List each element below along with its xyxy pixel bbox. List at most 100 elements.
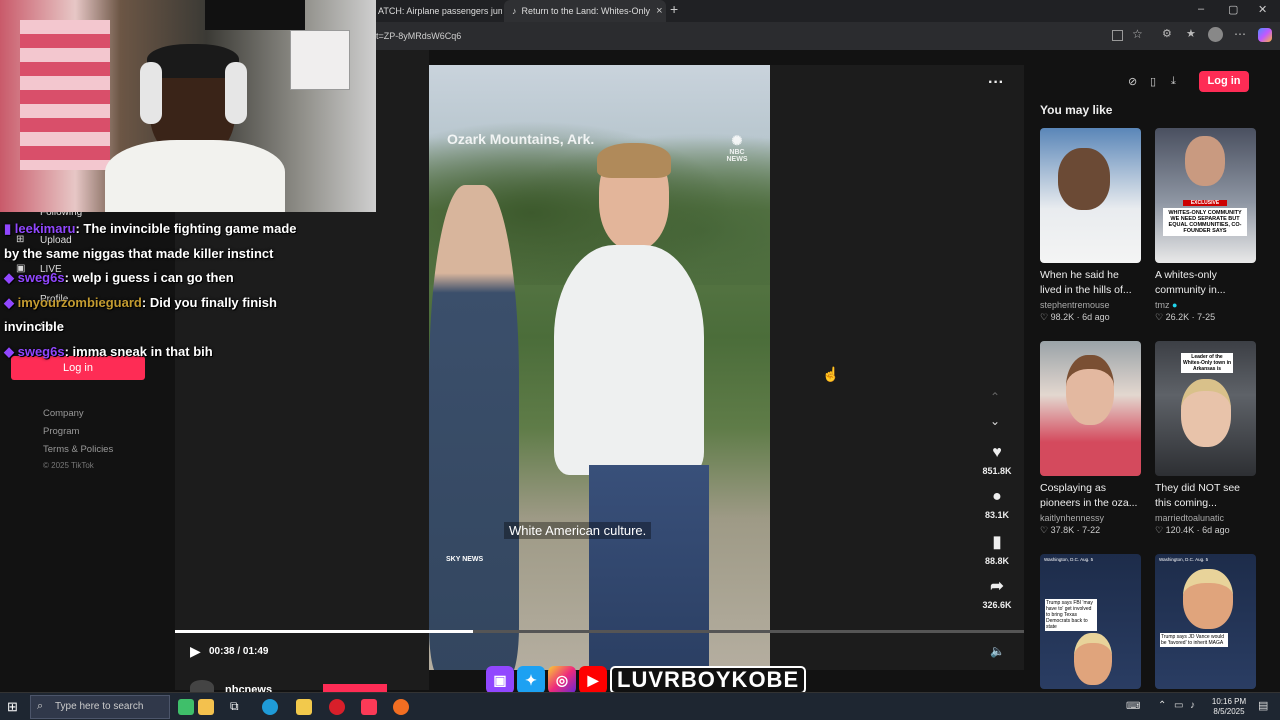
- share-icon: ➦: [990, 578, 1004, 595]
- favorite-star-icon[interactable]: ☆: [1132, 27, 1143, 41]
- man-jeans: [589, 465, 709, 670]
- share-button[interactable]: ➦ 326.6K: [977, 576, 1017, 610]
- app-icon[interactable]: [198, 699, 214, 715]
- more-options-button[interactable]: ···: [988, 74, 1004, 92]
- video-progress-bar[interactable]: [175, 630, 1025, 633]
- chat-text: imma sneak in that bih: [72, 344, 213, 359]
- chat-username: leekimaru: [14, 221, 76, 236]
- thumb-person: [1074, 633, 1112, 685]
- windows-start-icon[interactable]: ⊞: [7, 699, 18, 715]
- chat-username: sweg6s: [17, 270, 65, 285]
- video-thumbnail: Washington, D.C. Aug. 5 Trump says FBI '…: [1040, 554, 1141, 689]
- bookmark-icon: ▮: [992, 534, 1002, 551]
- favorites-icon[interactable]: ★: [1186, 27, 1196, 40]
- recommendation-card[interactable]: Washington, D.C. Aug. 5 Trump says FBI '…: [1040, 554, 1141, 689]
- recommendation-card[interactable]: Washington, D.C. Aug. 5 Trump says JD Va…: [1155, 554, 1256, 689]
- chat-text: Did you finally finish: [149, 295, 277, 310]
- volume-tray-icon[interactable]: ♪: [1190, 700, 1195, 711]
- close-window-button[interactable]: ✕: [1258, 3, 1267, 16]
- exclusive-badge: EXCLUSIVE: [1183, 200, 1227, 206]
- taskbar-search[interactable]: Type here to search: [30, 695, 170, 719]
- chat-message: ◆ imyourzombieguard: Did you finally fin…: [4, 295, 277, 310]
- comment-button[interactable]: ● 83.1K: [977, 488, 1017, 520]
- music-icon[interactable]: [361, 699, 377, 715]
- download-icon[interactable]: ⤓: [1171, 75, 1176, 88]
- profile-avatar[interactable]: [1208, 27, 1223, 42]
- keyboard-icon[interactable]: ⌨: [1126, 701, 1140, 712]
- thumb-overlay-text: WHITES-ONLY COMMUNITY WE NEED SEPARATE B…: [1163, 208, 1247, 236]
- footer-link-terms[interactable]: Terms & Policies: [43, 444, 113, 455]
- app-icon[interactable]: [178, 699, 194, 715]
- heart-outline-icon: ♡: [1040, 525, 1051, 535]
- footer-link-company[interactable]: Company: [43, 408, 84, 419]
- instagram-icon: ◎: [548, 666, 576, 694]
- header-login-button[interactable]: Log in: [1199, 71, 1249, 92]
- chat-message-continued: by the same niggas that made killer inst…: [4, 246, 274, 261]
- card-title: When he said he lived in the hills of...: [1040, 269, 1132, 296]
- video-player[interactable]: Ozark Mountains, Ark. ✺ NBC NEWS White Am…: [429, 65, 770, 670]
- taskbar-clock[interactable]: 10:16 PM 8/5/2025: [1205, 697, 1253, 717]
- subtitle: White American culture.: [504, 522, 652, 539]
- recommendation-card[interactable]: When he said he lived in the hills of...…: [1040, 128, 1142, 323]
- comment-count: 83.1K: [984, 510, 1010, 520]
- streamer-shirt: [105, 140, 285, 212]
- peacock-icon: ✺: [731, 133, 743, 148]
- device-icon[interactable]: ▯: [1150, 75, 1156, 88]
- search-icon: ⌕: [37, 700, 44, 712]
- footer-link-program[interactable]: Program: [43, 426, 79, 437]
- new-tab-button[interactable]: +: [670, 1, 678, 17]
- next-video-icon[interactable]: ⌄: [990, 414, 1000, 428]
- heart-icon: ♥: [992, 444, 1002, 461]
- like-button[interactable]: ♥ 851.8K: [977, 444, 1017, 476]
- tray-chevron-icon[interactable]: ⌃: [1158, 700, 1166, 711]
- man-hair: [597, 143, 671, 178]
- task-view-icon[interactable]: ⧉: [230, 699, 239, 714]
- recommendation-card[interactable]: Leader of the Whites-Only town in Arkans…: [1155, 341, 1257, 536]
- thumb-overlay-text: Trump says JD Vance would be 'favored' t…: [1160, 633, 1228, 647]
- discover-icon[interactable]: ⊘: [1128, 75, 1137, 88]
- edge-icon[interactable]: [262, 699, 278, 715]
- browser-tab-2[interactable]: ♪ Return to the Land: Whites-Only ×: [504, 0, 666, 22]
- close-tab-icon[interactable]: ×: [656, 5, 662, 17]
- card-author: stephentremouse: [1040, 300, 1110, 310]
- bookmark-button[interactable]: ▮ 88.8K: [977, 532, 1017, 566]
- streamer-handle: LUVRBOYKOBE: [610, 666, 807, 694]
- chat-text: The invincible fighting game made: [83, 221, 297, 236]
- location-caption: Ozark Mountains, Ark.: [447, 131, 595, 147]
- menu-dots-icon[interactable]: ⋯: [1234, 27, 1246, 41]
- social-banner: ▣ ✦ ◎ ▶ LUVRBOYKOBE: [486, 665, 807, 695]
- browser-tab-1[interactable]: ATCH: Airplane passengers jum ×: [370, 0, 502, 22]
- webcam-overlay: [0, 0, 376, 212]
- volume-icon[interactable]: 🔈: [990, 644, 1005, 658]
- card-date: 7-22: [1082, 525, 1101, 535]
- extensions-icon[interactable]: ⚙: [1162, 27, 1172, 40]
- play-icon[interactable]: ▶: [190, 643, 201, 660]
- tiktok-favicon-icon: ♪: [512, 6, 517, 16]
- reader-icon[interactable]: [1112, 30, 1123, 41]
- thumb-person: [1185, 136, 1225, 186]
- minimize-button[interactable]: –: [1198, 3, 1204, 15]
- bookmark-count: 88.8K: [984, 556, 1010, 566]
- network-icon[interactable]: ▭: [1174, 700, 1183, 711]
- opera-icon[interactable]: [329, 699, 345, 715]
- video-thumbnail: [1040, 128, 1141, 263]
- notification-icon[interactable]: ▤: [1258, 699, 1268, 712]
- card-author-name: tmz: [1155, 300, 1170, 310]
- recommendation-card[interactable]: EXCLUSIVE WHITES-ONLY COMMUNITY WE NEED …: [1155, 128, 1257, 323]
- chat-message: ◆ sweg6s: welp i guess i can go then: [4, 270, 234, 285]
- prev-video-icon[interactable]: ⌃: [990, 390, 1000, 404]
- url-field[interactable]: t=ZP-8yMRdsW6Cq6: [376, 28, 1096, 44]
- twitter-icon: ✦: [517, 666, 545, 694]
- copilot-icon[interactable]: [1258, 28, 1272, 42]
- maximize-button[interactable]: ▢: [1228, 3, 1238, 16]
- tab-title: ATCH: Airplane passengers jum: [378, 6, 502, 16]
- file-explorer-icon[interactable]: [296, 699, 312, 715]
- recommendation-card[interactable]: Cosplaying as pioneers in the oza... kai…: [1040, 341, 1142, 536]
- card-title: Cosplaying as pioneers in the oza...: [1040, 482, 1138, 509]
- thumb-place: Washington, D.C. Aug. 5: [1044, 557, 1094, 562]
- thumb-person: [1183, 569, 1233, 629]
- flag-background: [20, 20, 110, 170]
- app-icon[interactable]: [393, 699, 409, 715]
- thumb-overlay-text: Leader of the Whites-Only town in Arkans…: [1181, 353, 1233, 373]
- man-left: [429, 185, 519, 670]
